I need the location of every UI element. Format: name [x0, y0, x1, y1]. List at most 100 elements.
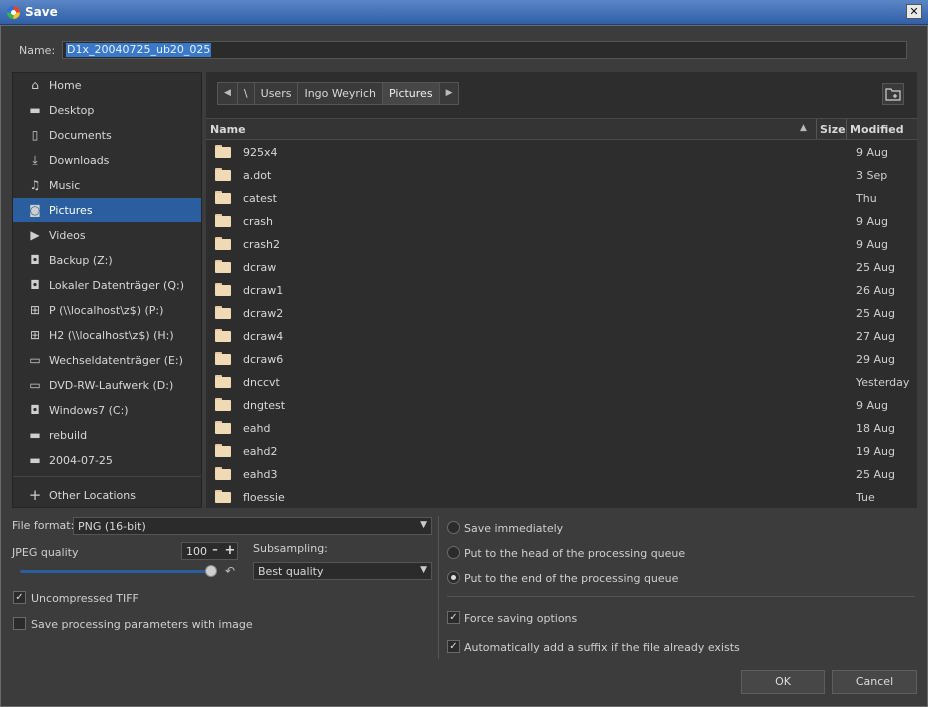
jpeg-quality-slider[interactable] [20, 570, 212, 573]
file-name: dcraw6 [243, 353, 284, 366]
title-bar: Save ✕ [0, 0, 928, 25]
name-input[interactable]: D1x_20040725_ub20_025 [62, 41, 907, 59]
jpeg-quality-value: 100 [186, 545, 207, 558]
file-row[interactable]: dcraw1 26 Aug [206, 279, 917, 302]
uncompressed-tiff-label: Uncompressed TIFF [31, 592, 139, 605]
column-modified[interactable]: Modified [850, 123, 904, 136]
folder-icon [215, 214, 231, 227]
file-row[interactable]: crash2 9 Aug [206, 233, 917, 256]
sidebar-item-other-locations[interactable]: + Other Locations [13, 483, 201, 507]
save-params-checkbox[interactable] [13, 617, 26, 630]
folder-icon [215, 352, 231, 365]
subsampling-select[interactable]: Best quality ▼ [253, 562, 432, 580]
sidebar-item-desktop[interactable]: ▬ Desktop [13, 98, 201, 122]
path-back-button[interactable]: ◀ [218, 83, 238, 104]
new-folder-icon [885, 88, 901, 101]
sidebar-item-label: Home [49, 79, 82, 92]
sidebar-item-label: Videos [49, 229, 86, 242]
sidebar-item-2004-07-25[interactable]: ▬ 2004-07-25 [13, 448, 201, 472]
column-divider[interactable] [816, 119, 817, 139]
subsampling-label: Subsampling: [253, 542, 328, 555]
sidebar-item-pictures[interactable]: ◙ Pictures [13, 198, 201, 222]
sidebar-item-label: Wechseldatenträger (E:) [49, 354, 183, 367]
reset-icon[interactable]: ↶ [223, 564, 237, 578]
ok-button[interactable]: OK [741, 670, 825, 694]
file-format-select[interactable]: PNG (16-bit) ▼ [73, 517, 432, 535]
file-row[interactable]: floessie Tue [206, 486, 917, 509]
sidebar-item-wechseldatentraeger[interactable]: ▭ Wechseldatenträger (E:) [13, 348, 201, 372]
folder-icon [215, 421, 231, 434]
sidebar-item-label: rebuild [49, 429, 88, 442]
file-row[interactable]: eahd 18 Aug [206, 417, 917, 440]
sidebar-item-windows7[interactable]: ◘ Windows7 (C:) [13, 398, 201, 422]
sidebar-item-p-drive[interactable]: ⊞ P (\\localhost\z$) (P:) [13, 298, 201, 322]
network-drive-icon: ⊞ [29, 328, 41, 342]
sidebar-item-rebuild[interactable]: ▬ rebuild [13, 423, 201, 447]
path-forward-button[interactable]: ▶ [440, 83, 459, 104]
file-row[interactable]: 925x4 9 Aug [206, 141, 917, 164]
path-segment-root[interactable]: \ [238, 83, 255, 104]
file-modified: 29 Aug [856, 353, 895, 366]
file-modified: Thu [856, 192, 877, 205]
sidebar-item-lokaler-datentraeger[interactable]: ◘ Lokaler Datenträger (Q:) [13, 273, 201, 297]
places-sidebar: ⌂ Home ▬ Desktop ▯ Documents ⤓ Downloads ♫ Mu… [12, 72, 202, 508]
column-divider[interactable] [846, 119, 847, 139]
path-segment-users[interactable]: Users [255, 83, 299, 104]
folder-icon: ▬ [29, 103, 41, 117]
sidebar-item-downloads[interactable]: ⤓ Downloads [13, 148, 201, 172]
plus-icon[interactable]: + [223, 543, 237, 558]
sidebar-item-home[interactable]: ⌂ Home [13, 73, 201, 97]
new-folder-button[interactable] [882, 83, 904, 105]
file-row[interactable]: a.dot 3 Sep [206, 164, 917, 187]
video-icon: ▶ [30, 228, 40, 242]
file-row[interactable]: eahd2 19 Aug [206, 440, 917, 463]
put-head-radio[interactable] [447, 546, 460, 559]
jpeg-quality-spinner[interactable]: 100 – + [181, 542, 238, 560]
folder-icon [215, 237, 231, 250]
options-divider [438, 516, 439, 659]
file-row[interactable]: catest Thu [206, 187, 917, 210]
download-icon: ⤓ [32, 153, 38, 167]
file-modified: 9 Aug [856, 399, 888, 412]
folder-icon [215, 145, 231, 158]
sidebar-item-dvd-rw[interactable]: ▭ DVD-RW-Laufwerk (D:) [13, 373, 201, 397]
sidebar-item-music[interactable]: ♫ Music [13, 173, 201, 197]
file-name: dcraw4 [243, 330, 284, 343]
app-icon [7, 6, 20, 19]
sidebar-item-label: 2004-07-25 [49, 454, 113, 467]
sidebar-item-videos[interactable]: ▶ Videos [13, 223, 201, 247]
file-row[interactable]: dcraw6 29 Aug [206, 348, 917, 371]
minus-icon[interactable]: – [208, 543, 222, 556]
uncompressed-tiff-checkbox[interactable]: ✓ [13, 591, 26, 604]
file-modified: Yesterday [856, 376, 910, 389]
file-row[interactable]: dcraw4 27 Aug [206, 325, 917, 348]
file-row[interactable]: dcraw2 25 Aug [206, 302, 917, 325]
sidebar-item-label: Backup (Z:) [49, 254, 113, 267]
column-name[interactable]: Name [210, 123, 246, 136]
save-immediately-radio[interactable] [447, 521, 460, 534]
force-saving-checkbox[interactable]: ✓ [447, 611, 460, 624]
slider-handle[interactable] [205, 565, 217, 577]
file-row[interactable]: dngtest 9 Aug [206, 394, 917, 417]
file-row[interactable]: dcraw 25 Aug [206, 256, 917, 279]
path-segment-pictures[interactable]: Pictures [383, 83, 440, 104]
file-browser: ◀ \ Users Ingo Weyrich Pictures ▶ Name ▲… [206, 72, 917, 508]
file-row[interactable]: dnccvt Yesterday [206, 371, 917, 394]
sidebar-item-label: DVD-RW-Laufwerk (D:) [49, 379, 174, 392]
put-end-radio[interactable] [447, 571, 460, 584]
folder-icon [215, 398, 231, 411]
sidebar-item-label: Other Locations [49, 489, 136, 502]
file-row[interactable]: eahd3 25 Aug [206, 463, 917, 486]
sidebar-item-h2-drive[interactable]: ⊞ H2 (\\localhost\z$) (H:) [13, 323, 201, 347]
column-size[interactable]: Size [820, 123, 846, 136]
close-button[interactable]: ✕ [906, 4, 922, 19]
path-segment-ingo-weyrich[interactable]: Ingo Weyrich [298, 83, 383, 104]
file-format-label: File format: [12, 519, 75, 532]
sidebar-item-backup[interactable]: ◘ Backup (Z:) [13, 248, 201, 272]
file-row[interactable]: crash 9 Aug [206, 210, 917, 233]
auto-suffix-checkbox[interactable]: ✓ [447, 640, 460, 653]
cancel-button[interactable]: Cancel [832, 670, 917, 694]
file-name: catest [243, 192, 277, 205]
path-bar: ◀ \ Users Ingo Weyrich Pictures ▶ [217, 82, 460, 105]
sidebar-item-documents[interactable]: ▯ Documents [13, 123, 201, 147]
